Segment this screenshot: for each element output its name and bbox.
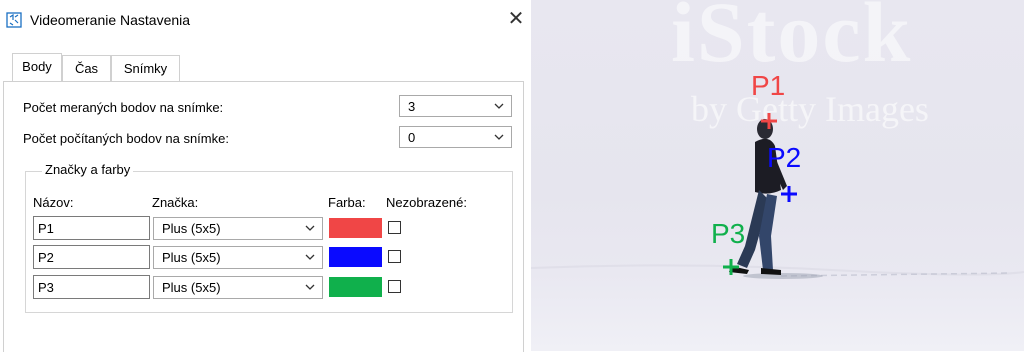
computed-points-select[interactable]: 0 — [399, 126, 512, 148]
hidden-checkbox-p2[interactable] — [388, 250, 401, 263]
color-swatch-p3[interactable] — [329, 277, 382, 297]
video-frame — [531, 113, 1024, 279]
tab-body[interactable]: Body — [12, 53, 62, 81]
color-column-header: Farba: — [328, 195, 366, 210]
marker-label-p1: P1 — [751, 70, 786, 101]
computed-points-label: Počet počítaných bodov na snímke: — [23, 131, 229, 146]
marker-label-p2: P2 — [767, 142, 802, 173]
chevron-down-icon — [305, 225, 315, 231]
chevron-down-icon — [494, 134, 504, 140]
hidden-checkbox-p3[interactable] — [388, 280, 401, 293]
shadow — [743, 273, 823, 279]
point-name-p3: P3 — [38, 280, 54, 295]
tab-time[interactable]: Čas — [62, 55, 111, 81]
video-preview[interactable]: iStock by Getty Images P1 P2 P3 — [531, 0, 1024, 351]
mark-column-header: Značka: — [152, 195, 199, 210]
chevron-down-icon — [305, 254, 315, 260]
mark-value-p1: Plus (5x5) — [162, 221, 221, 236]
tab-frames[interactable]: Snímky — [111, 55, 180, 81]
point-name-input-p1[interactable]: P1 — [33, 216, 150, 240]
chevron-down-icon — [494, 103, 504, 109]
mark-value-p3: Plus (5x5) — [162, 280, 221, 295]
mark-value-p2: Plus (5x5) — [162, 250, 221, 265]
point-name-p1: P1 — [38, 221, 54, 236]
hidden-checkbox-p1[interactable] — [388, 221, 401, 234]
window-title: Videomeranie Nastavenia — [30, 12, 191, 28]
mark-select-p3[interactable]: Plus (5x5) — [153, 276, 323, 299]
marker-label-p3: P3 — [711, 218, 746, 249]
measured-points-select[interactable]: 3 — [399, 95, 512, 117]
measured-points-value: 3 — [408, 99, 416, 114]
mark-select-p1[interactable]: Plus (5x5) — [153, 217, 323, 240]
app-icon — [6, 12, 22, 28]
markers-group-title: Značky a farby — [42, 162, 134, 177]
point-name-input-p3[interactable]: P3 — [33, 275, 150, 299]
measured-points-label: Počet meraných bodov na snímke: — [23, 100, 224, 115]
color-swatch-p2[interactable] — [329, 247, 382, 267]
close-button[interactable]: ✕ — [505, 8, 527, 30]
name-column-header: Názov: — [33, 195, 74, 210]
point-name-p2: P2 — [38, 250, 54, 265]
chevron-down-icon — [305, 284, 315, 290]
title-bar: Videomeranie Nastavenia ✕ — [0, 0, 531, 40]
hidden-column-header: Nezobrazené: — [386, 195, 467, 210]
computed-points-value: 0 — [408, 130, 416, 145]
point-name-input-p2[interactable]: P2 — [33, 245, 150, 269]
settings-dialog: Videomeranie Nastavenia ✕ Body Čas Snímk… — [0, 0, 531, 352]
color-swatch-p1[interactable] — [329, 218, 382, 238]
mark-select-p2[interactable]: Plus (5x5) — [153, 246, 323, 269]
